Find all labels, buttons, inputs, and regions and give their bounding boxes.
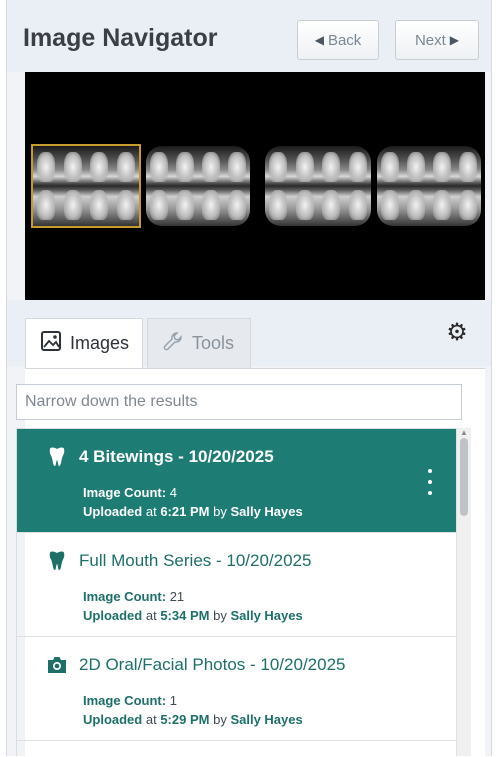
upload-info: Uploaded at 5:29 PM by Sally Hayes [83, 712, 303, 727]
search-input[interactable] [16, 384, 462, 420]
bitewing-thumbnail-1[interactable] [31, 144, 141, 228]
series-name: 2D Oral/Facial Photos - 10/20/2025 [79, 655, 346, 674]
triangle-left-icon: ◀ [314, 33, 324, 47]
scrollbar-thumb[interactable] [460, 438, 468, 516]
next-button[interactable]: Next ▶ [395, 20, 479, 60]
list-item[interactable]: 2D Oral/Facial Photos - 10/20/2025 Image… [17, 637, 457, 741]
tab-tools-label: Tools [192, 333, 235, 353]
navigator-header: Image Navigator ◀ Back Next ▶ [7, 0, 491, 72]
image-count: Image Count: 21 [83, 589, 185, 604]
image-count: Image Count: 1 [83, 693, 177, 708]
tooth-icon [45, 549, 69, 573]
next-button-label: Next [414, 31, 446, 49]
image-count: Image Count: 4 [83, 485, 177, 500]
wrench-icon [162, 330, 184, 357]
bitewing-thumbnail-2[interactable] [146, 146, 250, 226]
list-item[interactable]: 4 Bitewings - 10/20/2025 Image Count: 4 … [17, 429, 457, 533]
back-button[interactable]: ◀ Back [297, 20, 379, 60]
page-title: Image Navigator [23, 24, 218, 52]
upload-info: Uploaded at 5:34 PM by Sally Hayes [83, 608, 303, 623]
gear-icon[interactable]: ⚙ [443, 318, 471, 346]
bitewing-thumbnail-4[interactable] [377, 146, 481, 226]
image-series-list: 4 Bitewings - 10/20/2025 Image Count: 4 … [16, 428, 462, 756]
series-name: Full Mouth Series - 10/20/2025 [79, 551, 312, 570]
triangle-right-icon: ▶ [449, 33, 460, 47]
tab-images[interactable]: Images [25, 318, 143, 368]
upload-info: Uploaded at 6:21 PM by Sally Hayes [83, 504, 303, 519]
image-icon [40, 330, 62, 357]
tab-images-label: Images [70, 333, 130, 353]
back-button-label: Back [327, 31, 362, 49]
tooth-icon [45, 445, 69, 469]
series-name: 4 Bitewings - 10/20/2025 [79, 447, 274, 466]
scroll-up-arrow-icon[interactable]: ▲ [459, 429, 469, 437]
camera-icon [45, 653, 69, 677]
tab-tools[interactable]: Tools [147, 318, 251, 368]
list-item[interactable]: Full Mouth Series - 10/20/2025 Image Cou… [17, 533, 457, 637]
bitewing-thumbnail-3[interactable] [265, 146, 371, 226]
image-viewer [25, 72, 485, 300]
more-options-icon[interactable] [423, 469, 437, 495]
